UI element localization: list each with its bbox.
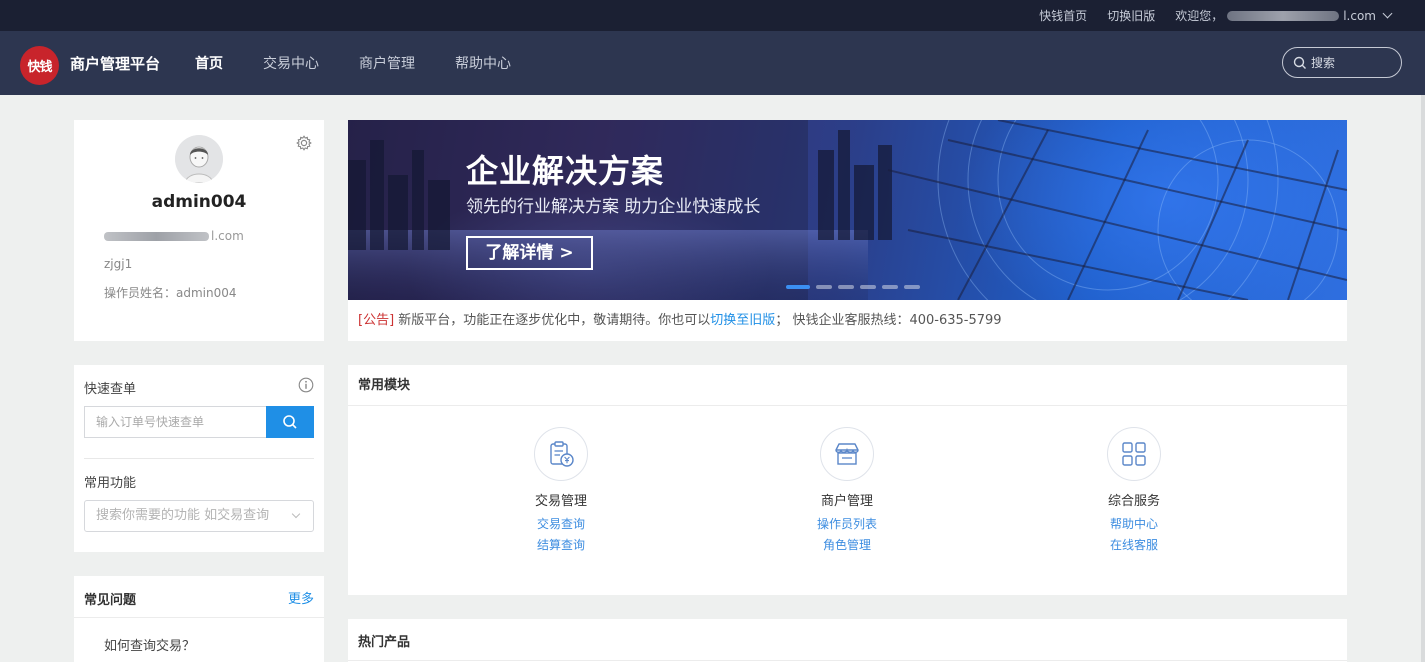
chevron-down-icon — [291, 509, 301, 519]
module-icon-wrap[interactable] — [534, 427, 588, 481]
user-menu[interactable]: 欢迎您， l.com — [1175, 7, 1393, 24]
carousel-dot[interactable] — [786, 285, 810, 289]
clipboard-yuan-icon — [550, 441, 574, 467]
email-tail: l.com — [211, 229, 244, 243]
carousel-dot[interactable] — [882, 285, 898, 289]
hotline-text: ； 快钱企业客服热线：400-635-5799 — [775, 313, 1002, 328]
grid-icon — [1122, 442, 1146, 466]
nav-item-home[interactable]: 首页 — [195, 53, 223, 73]
order-search-button[interactable] — [266, 406, 314, 438]
switch-old-version-link[interactable]: 切换旧版 — [1107, 7, 1155, 24]
announcement-text: 新版平台，功能正在逐步优化中，敬请期待。你也可以 — [394, 313, 711, 328]
carousel-dot[interactable] — [838, 285, 854, 289]
nav-menu: 首页 交易中心 商户管理 帮助中心 — [195, 53, 511, 73]
info-icon[interactable] — [298, 377, 314, 393]
platform-title: 商户管理平台 — [70, 55, 161, 73]
module-link[interactable]: 操作员列表 — [787, 515, 907, 532]
banner-subtitle: 领先的行业解决方案 助力企业快速成长 — [466, 197, 761, 217]
module-link[interactable]: 帮助中心 — [1074, 515, 1194, 532]
module-link[interactable]: 交易查询 — [501, 515, 621, 532]
module-title: 综合服务 — [1107, 494, 1160, 509]
nav-item-transactions[interactable]: 交易中心 — [263, 53, 319, 73]
email-tail: l.com — [1343, 8, 1376, 23]
announcement-tag: [公告] — [358, 313, 395, 328]
top-utility-bar: 快钱首页 切换旧版 欢迎您， l.com — [0, 0, 1425, 31]
gear-icon[interactable] — [296, 135, 312, 151]
carousel-dot[interactable] — [816, 285, 832, 289]
common-functions-title: 常用功能 — [84, 476, 137, 491]
module-link[interactable]: 在线客服 — [1074, 536, 1194, 553]
search-icon — [283, 415, 297, 429]
module-transaction: 交易管理 交易查询 结算查询 — [501, 427, 621, 553]
module-title: 商户管理 — [820, 494, 873, 509]
top-links: 快钱首页 切换旧版 欢迎您， l.com — [1039, 0, 1393, 31]
carousel-indicators — [786, 285, 920, 289]
logo[interactable]: 快钱 — [20, 46, 59, 85]
carousel-dot[interactable] — [904, 285, 920, 289]
username: admin004 — [151, 192, 247, 212]
carousel-dot[interactable] — [860, 285, 876, 289]
nav-item-merchant[interactable]: 商户管理 — [359, 53, 415, 73]
store-icon — [835, 443, 859, 465]
module-title: 交易管理 — [534, 494, 587, 509]
hot-products-card: 热门产品 — [348, 619, 1347, 662]
order-search-input[interactable]: 输入订单号快速查单 — [84, 406, 266, 438]
promo-banner[interactable]: 企业解决方案 领先的行业解决方案 助力企业快速成长 了解详情 > — [348, 120, 1347, 300]
learn-more-button[interactable]: 了解详情 > — [466, 236, 593, 270]
faq-card: 常见问题 更多 如何查询交易？ — [74, 576, 324, 662]
search-icon — [1293, 56, 1306, 69]
announcement-bar: [公告] 新版平台，功能正在逐步优化中，敬请期待。你也可以切换至旧版； 快钱企业… — [348, 300, 1347, 341]
faq-more-link[interactable]: 更多 — [288, 588, 314, 607]
page-scrollbar[interactable] — [1421, 95, 1425, 662]
operator-name: 操作员姓名：admin004 — [104, 286, 237, 300]
main-navbar: 快钱 商户管理平台 首页 交易中心 商户管理 帮助中心 搜索 — [0, 31, 1425, 95]
common-modules-card: 常用模块 交易管理 交易查询 结算查询 商户管理 操作员列表 角色管理 综合服务… — [348, 365, 1347, 595]
masked-email — [1227, 10, 1340, 21]
profile-card: admin004 l.com zjgj1 操作员姓名：admin004 — [74, 120, 324, 341]
nav-item-help[interactable]: 帮助中心 — [455, 53, 511, 73]
user-email: l.com — [104, 229, 244, 243]
hot-products-title: 热门产品 — [358, 635, 411, 650]
faq-title: 常见问题 — [84, 593, 137, 608]
module-link[interactable]: 结算查询 — [501, 536, 621, 553]
search-input[interactable]: 搜索 — [1282, 47, 1402, 78]
divider — [74, 617, 324, 618]
banner-title: 企业解决方案 — [466, 152, 665, 190]
module-link[interactable]: 角色管理 — [787, 536, 907, 553]
module-icon-wrap[interactable] — [820, 427, 874, 481]
modules-title: 常用模块 — [348, 365, 1347, 406]
function-search-select[interactable]: 搜索你需要的功能 如交易查询 — [84, 500, 314, 532]
chevron-down-icon — [1382, 8, 1393, 19]
quick-query-title: 快速查单 — [84, 382, 137, 397]
welcome-text: 欢迎您， — [1175, 9, 1224, 23]
logo-text: 快钱 — [27, 60, 52, 75]
search-placeholder: 搜索 — [1311, 56, 1336, 70]
function-search-placeholder: 搜索你需要的功能 如交易查询 — [96, 508, 270, 523]
masked-email — [104, 231, 209, 241]
module-icon-wrap[interactable] — [1107, 427, 1161, 481]
avatar — [175, 135, 223, 183]
divider — [348, 660, 1347, 661]
account-id: zjgj1 — [104, 257, 133, 271]
home-link[interactable]: 快钱首页 — [1039, 7, 1087, 24]
divider — [84, 458, 314, 459]
faq-item[interactable]: 如何查询交易？ — [104, 635, 195, 654]
quick-query-card: 快速查单 输入订单号快速查单 常用功能 搜索你需要的功能 如交易查询 — [74, 365, 324, 552]
switch-old-version-link[interactable]: 切换至旧版 — [710, 313, 775, 328]
module-merchant: 商户管理 操作员列表 角色管理 — [787, 427, 907, 553]
module-services: 综合服务 帮助中心 在线客服 — [1074, 427, 1194, 553]
